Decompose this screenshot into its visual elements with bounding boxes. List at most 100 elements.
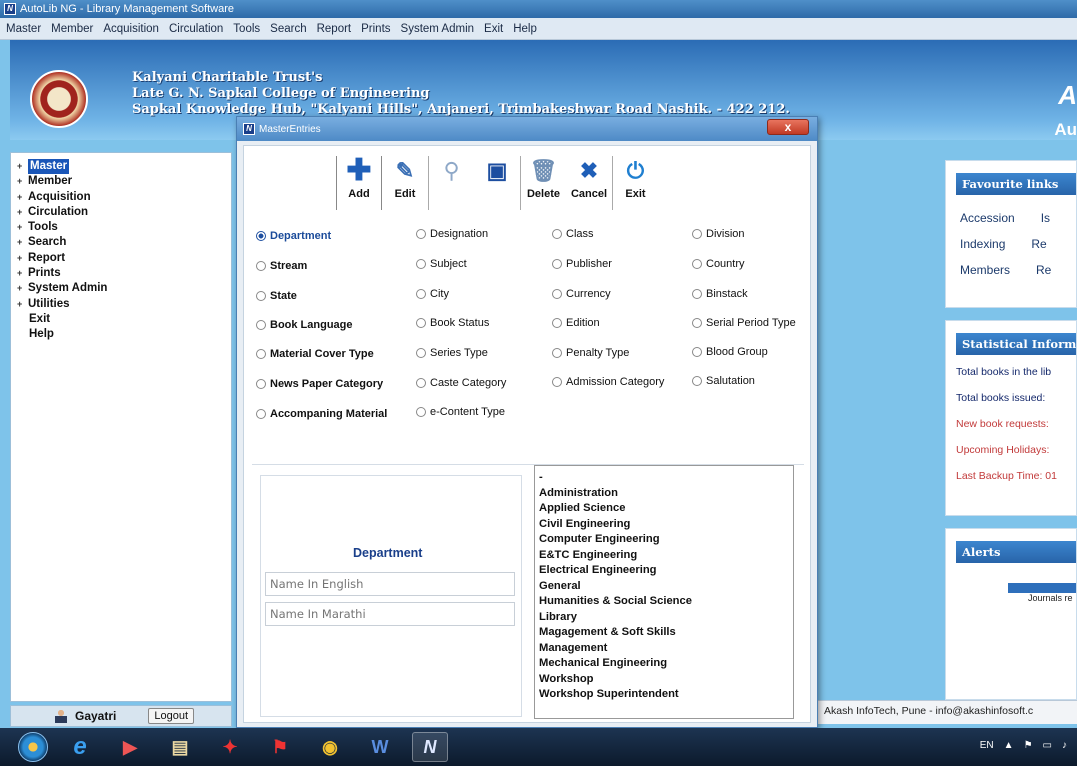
sidebar-item-utilities[interactable]: + Utilities [17,297,231,312]
radio-designation[interactable]: Designation [416,228,488,240]
menu-exit[interactable]: Exit [484,23,503,35]
radio-binstack[interactable]: Binstack [692,288,748,300]
menu-search[interactable]: Search [270,23,306,35]
list-item[interactable]: Electrical Engineering [539,563,789,579]
list-item[interactable]: Computer Engineering [539,532,789,548]
ie-icon[interactable]: e [62,732,98,762]
sidebar-item-circulation[interactable]: + Circulation [17,205,231,220]
radio-currency[interactable]: Currency [552,288,611,300]
menu-help[interactable]: Help [513,23,537,35]
radio-book-status[interactable]: Book Status [416,317,489,329]
menu-report[interactable]: Report [317,23,352,35]
language-indicator[interactable]: EN [980,740,994,751]
add-button[interactable]: ✚ Add [336,156,382,210]
name-in-english-input[interactable] [265,572,515,596]
save-button[interactable]: ▣ [474,156,520,210]
sidebar-item-help[interactable]: Help [17,327,231,342]
radio-news-paper-category[interactable]: News Paper Category [256,378,383,390]
fav-link-return[interactable]: Re [1031,231,1046,257]
radio-city[interactable]: City [416,288,449,300]
radio-salutation[interactable]: Salutation [692,375,755,387]
expand-icon[interactable]: + [17,174,28,189]
tray-arrow-icon[interactable]: ▲ [1004,740,1014,751]
radio-department[interactable]: Department [256,230,331,242]
expand-icon[interactable]: + [17,297,28,312]
sidebar-item-report[interactable]: + Report [17,251,231,266]
menu-system-admin[interactable]: System Admin [401,23,475,35]
word-icon[interactable]: W [362,732,398,762]
list-item[interactable]: Workshop Superintendent [539,687,789,703]
autolib-taskbar-icon[interactable]: N [412,732,448,762]
expand-icon[interactable]: + [17,205,28,220]
list-item[interactable]: Administration [539,486,789,502]
delete-button[interactable]: 🗑 Delete [520,156,566,210]
menu-acquisition[interactable]: Acquisition [103,23,159,35]
fav-link-indexing[interactable]: Indexing [960,231,1005,257]
sidebar-item-acquisition[interactable]: + Acquisition [17,190,231,205]
list-item[interactable]: Magagement & Soft Skills [539,625,789,641]
radio-material-cover-type[interactable]: Material Cover Type [256,348,374,360]
expand-icon[interactable]: + [17,266,28,281]
radio-accompaning-material[interactable]: Accompaning Material [256,408,387,420]
sidebar-item-prints[interactable]: + Prints [17,266,231,281]
radio-state[interactable]: State [256,290,297,302]
radio-penalty-type[interactable]: Penalty Type [552,347,629,359]
radio-edition[interactable]: Edition [552,317,600,329]
list-item[interactable]: General [539,579,789,595]
radio-caste-category[interactable]: Caste Category [416,377,506,389]
acrobat-icon[interactable]: ✦ [212,732,248,762]
radio-country[interactable]: Country [692,258,745,270]
radio-division[interactable]: Division [692,228,745,240]
sidebar-item-tools[interactable]: + Tools [17,220,231,235]
fav-link-report[interactable]: Re [1036,257,1051,283]
name-in-marathi-input[interactable] [265,602,515,626]
list-item[interactable]: Applied Science [539,501,789,517]
menu-prints[interactable]: Prints [361,23,390,35]
chrome-icon[interactable]: ◉ [312,732,348,762]
pdf-reader-icon[interactable]: ⚑ [262,732,298,762]
folder-icon[interactable]: ▤ [162,732,198,762]
sidebar-item-search[interactable]: + Search [17,235,231,250]
logout-button[interactable]: Logout [148,708,195,724]
radio-blood-group[interactable]: Blood Group [692,346,768,358]
edit-button[interactable]: ✎ Edit [382,156,428,210]
expand-icon[interactable]: + [17,281,28,296]
sidebar-item-member[interactable]: + Member [17,174,231,189]
sidebar-item-master[interactable]: + Master [17,159,231,175]
department-listbox[interactable]: - Administration Applied Science Civil E… [534,465,794,719]
tray-volume-icon[interactable]: ♪ [1062,740,1067,751]
media-player-icon[interactable]: ▶ [112,732,148,762]
radio-stream[interactable]: Stream [256,260,307,272]
radio-subject[interactable]: Subject [416,258,467,270]
radio-serial-period-type[interactable]: Serial Period Type [692,317,796,329]
expand-icon[interactable]: + [17,235,28,250]
exit-button[interactable]: ⏻ Exit [612,156,658,210]
expand-icon[interactable]: + [17,159,28,174]
start-button[interactable] [18,732,48,762]
expand-icon[interactable]: + [17,251,28,266]
list-item[interactable]: Humanities & Social Science [539,594,789,610]
cancel-button[interactable]: ✖ Cancel [566,156,612,210]
radio-book-language[interactable]: Book Language [256,319,353,331]
list-item[interactable]: Workshop [539,672,789,688]
tray-network-icon[interactable]: ▭ [1043,740,1052,751]
radio-series-type[interactable]: Series Type [416,347,488,359]
list-item[interactable]: Mechanical Engineering [539,656,789,672]
tray-flag-icon[interactable]: ⚑ [1024,740,1033,751]
expand-icon[interactable]: + [17,190,28,205]
radio-e-content-type[interactable]: e-Content Type [416,406,505,418]
menu-circulation[interactable]: Circulation [169,23,223,35]
list-item[interactable]: Library [539,610,789,626]
fav-link-issue[interactable]: Is [1041,205,1050,231]
fav-link-accession[interactable]: Accession [960,205,1015,231]
sidebar-item-exit[interactable]: Exit [17,312,231,327]
search-button[interactable]: ⚲ [428,156,474,210]
menu-master[interactable]: Master [6,23,41,35]
menu-member[interactable]: Member [51,23,93,35]
expand-icon[interactable]: + [17,220,28,235]
radio-admission-category[interactable]: Admission Category [552,376,664,388]
list-item[interactable]: - [539,470,789,486]
radio-publisher[interactable]: Publisher [552,258,612,270]
menu-tools[interactable]: Tools [233,23,260,35]
list-item[interactable]: E&TC Engineering [539,548,789,564]
